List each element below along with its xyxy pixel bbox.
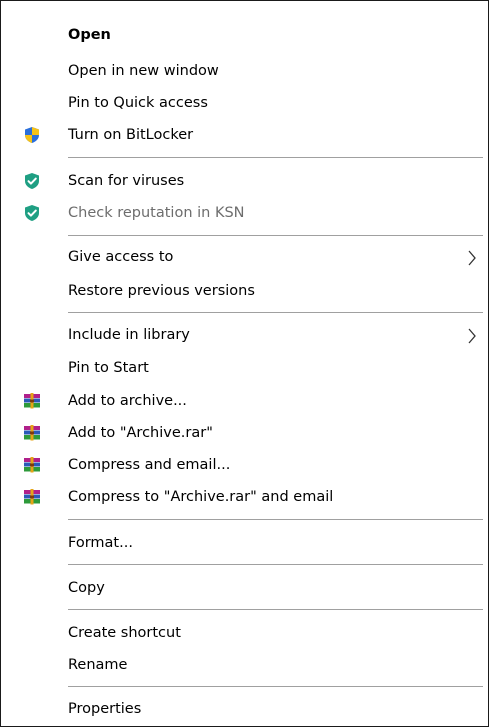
- menu-item-label: Pin to Quick access: [68, 95, 208, 111]
- winrar-icon: [23, 424, 41, 442]
- menu-separator: [68, 235, 483, 236]
- winrar-icon: [23, 488, 41, 506]
- uac-shield-icon: [23, 126, 41, 144]
- menu-item-copy[interactable]: Copy: [1, 576, 488, 600]
- menu-item-restore-previous-versions[interactable]: Restore previous versions: [1, 279, 488, 303]
- menu-item-compress-and-email[interactable]: Compress and email...: [1, 453, 488, 477]
- menu-item-include-in-library[interactable]: Include in library: [1, 323, 488, 347]
- menu-item-create-shortcut[interactable]: Create shortcut: [1, 621, 488, 645]
- menu-item-open[interactable]: Open: [1, 23, 488, 47]
- kaspersky-shield-icon: [23, 172, 41, 190]
- menu-item-label: Rename: [68, 657, 128, 673]
- menu-item-turn-on-bitlocker[interactable]: Turn on BitLocker: [1, 123, 488, 147]
- menu-separator: [68, 519, 483, 520]
- menu-separator: [68, 312, 483, 313]
- menu-item-pin-to-start[interactable]: Pin to Start: [1, 356, 488, 380]
- menu-item-label: Turn on BitLocker: [68, 127, 194, 143]
- menu-item-label: Check reputation in KSN: [68, 205, 245, 221]
- menu-item-label: Open in new window: [68, 63, 219, 79]
- menu-item-add-to-archive-rar[interactable]: Add to "Archive.rar": [1, 421, 488, 445]
- menu-item-label: Give access to: [68, 249, 174, 265]
- menu-item-label: Restore previous versions: [68, 283, 255, 299]
- menu-item-label: Add to archive...: [68, 393, 187, 409]
- menu-item-label: Create shortcut: [68, 625, 181, 641]
- menu-item-label: Properties: [68, 701, 142, 717]
- menu-separator: [68, 564, 483, 565]
- menu-item-give-access-to[interactable]: Give access to: [1, 245, 488, 269]
- menu-separator: [68, 686, 483, 687]
- menu-item-add-to-archive[interactable]: Add to archive...: [1, 389, 488, 413]
- menu-separator: [68, 609, 483, 610]
- menu-item-label: Open: [68, 27, 111, 43]
- context-menu: Open Open in new window Pin to Quick acc…: [0, 0, 489, 727]
- menu-item-compress-to-archive-rar-and-email[interactable]: Compress to "Archive.rar" and email: [1, 485, 488, 509]
- menu-item-pin-to-quick-access[interactable]: Pin to Quick access: [1, 91, 488, 115]
- menu-item-properties[interactable]: Properties: [1, 697, 488, 721]
- menu-separator: [68, 157, 483, 158]
- menu-item-label: Scan for viruses: [68, 173, 185, 189]
- kaspersky-shield-icon: [23, 204, 41, 222]
- menu-item-label: Include in library: [68, 327, 190, 343]
- winrar-icon: [23, 456, 41, 474]
- menu-item-open-in-new-window[interactable]: Open in new window: [1, 59, 488, 83]
- menu-item-label: Copy: [68, 580, 105, 596]
- menu-item-label: Pin to Start: [68, 360, 149, 376]
- menu-item-rename[interactable]: Rename: [1, 653, 488, 677]
- menu-item-label: Compress to "Archive.rar" and email: [68, 489, 334, 505]
- menu-item-scan-for-viruses[interactable]: Scan for viruses: [1, 169, 488, 193]
- winrar-icon: [23, 392, 41, 410]
- menu-item-check-reputation-in-ksn[interactable]: Check reputation in KSN: [1, 201, 488, 225]
- chevron-right-icon: [467, 250, 477, 266]
- menu-item-label: Compress and email...: [68, 457, 231, 473]
- menu-item-label: Add to "Archive.rar": [68, 425, 213, 441]
- menu-item-label: Format...: [68, 535, 133, 551]
- menu-item-format[interactable]: Format...: [1, 531, 488, 555]
- chevron-right-icon: [467, 328, 477, 344]
